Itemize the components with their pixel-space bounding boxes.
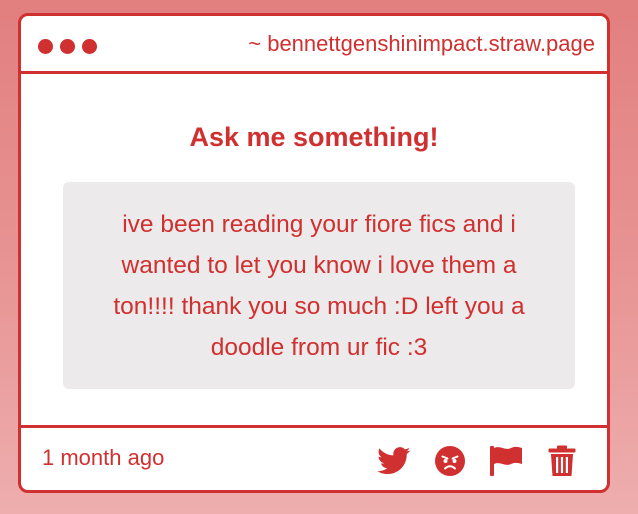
question-text: ive been reading your fiore fics and i w…: [113, 210, 525, 361]
delete-button[interactable]: [544, 444, 580, 478]
trash-icon: [548, 445, 576, 476]
angry-face-icon: [435, 446, 465, 476]
window-dot-icon: [60, 39, 75, 54]
page-url: ~ bennettgenshinimpact.straw.page: [248, 31, 595, 56]
report-button[interactable]: [488, 444, 524, 478]
ask-card: ~ bennettgenshinimpact.straw.page Ask me…: [18, 13, 610, 493]
window-dot-icon: [38, 39, 53, 54]
window-titlebar: ~ bennettgenshinimpact.straw.page: [21, 16, 607, 74]
page-title: Ask me something!: [189, 122, 439, 152]
question-box: ive been reading your fiore fics and i w…: [63, 182, 575, 389]
react-angry-button[interactable]: [432, 444, 468, 478]
flag-icon: [490, 446, 522, 476]
timestamp: 1 month ago: [42, 445, 165, 470]
action-bar: [376, 444, 580, 478]
window-dot-icon: [82, 39, 97, 54]
twitter-icon: [377, 447, 411, 475]
window-dots: [38, 39, 97, 54]
ask-content: Ask me something! ive been reading your …: [21, 74, 607, 431]
card-footer: 1 month ago: [21, 425, 607, 490]
share-twitter-button[interactable]: [376, 444, 412, 478]
